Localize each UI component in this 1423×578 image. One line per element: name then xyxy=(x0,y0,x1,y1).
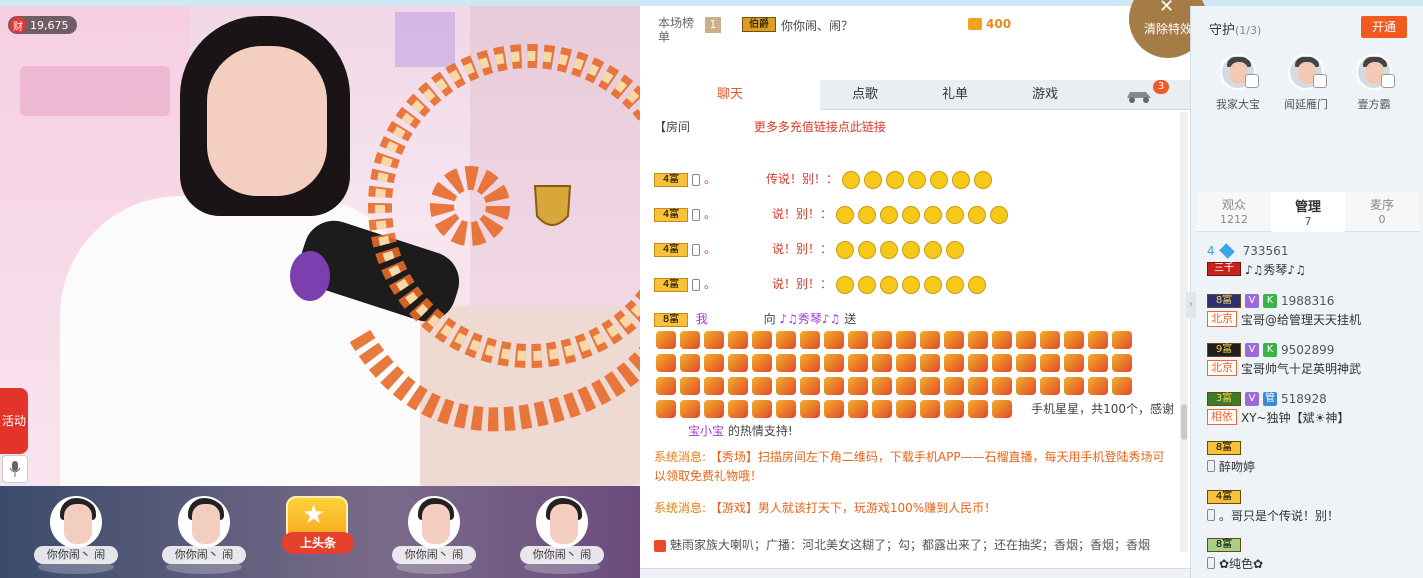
gift-message: 8富 我 向 ♪♫秀琴♪♫ 送 xyxy=(654,310,1174,327)
chat-panel: 本场榜单 1 伯爵 你你闹、闹？ 400 聊天 点歌 礼单 游戏 3 【房间 更… xyxy=(640,6,1190,578)
guard-member[interactable]: 闻延雁门 xyxy=(1273,54,1339,114)
car-icon[interactable] xyxy=(1124,86,1154,104)
phone-icon xyxy=(1207,460,1215,472)
horn-icon xyxy=(654,539,666,552)
guest-seat[interactable]: 你你闹丶 闹 xyxy=(386,496,482,574)
shield-icon xyxy=(1313,74,1327,88)
headline-button[interactable]: ★ 上头条 xyxy=(282,496,354,570)
video-background xyxy=(20,66,170,116)
viewer-item[interactable]: 8富 醉吻婷 xyxy=(1207,439,1417,475)
guest-name: 你你闹丶 闹 xyxy=(520,546,604,564)
video-background xyxy=(395,12,455,67)
gift-summary: 手机星星，共100个，感谢 xyxy=(1031,402,1174,416)
guest-avatar xyxy=(408,496,460,548)
tab-admins[interactable]: 管理 7 xyxy=(1271,192,1345,232)
guest-seat[interactable]: 你你闹丶 闹 xyxy=(514,496,610,574)
recharge-link[interactable]: 更多多充值链接点此链接 xyxy=(754,120,886,134)
rank-user-badge: 伯爵 xyxy=(742,17,776,32)
tab-chat[interactable]: 聊天 xyxy=(640,80,820,110)
live-room: 财 19,675 活动 你你闹丶 闹 你你闹丶 闹 你你闹丶 闹 你你闹丶 闹 … xyxy=(0,0,1423,578)
phone-icon xyxy=(692,173,700,186)
guest-name: 你你闹丶 闹 xyxy=(392,546,476,564)
car-count-badge: 3 xyxy=(1153,80,1169,94)
live-video[interactable]: 财 19,675 xyxy=(0,6,640,486)
tab-game[interactable]: 游戏 xyxy=(1000,80,1090,110)
diamond-icon xyxy=(1218,243,1235,259)
rank-user-name[interactable]: 你你闹、闹？ xyxy=(781,17,853,34)
viewer-item[interactable]: 8富 V K 1988316 北京 宝哥@给管理天天挂机 xyxy=(1207,292,1417,328)
phone-icon xyxy=(692,278,700,291)
rank-label: 本场榜单 xyxy=(658,16,695,44)
chat-tabs: 聊天 点歌 礼单 游戏 3 xyxy=(640,80,1190,110)
guest-avatar xyxy=(178,496,230,548)
guest-name: 你你闹丶 闹 xyxy=(34,546,118,564)
chat-scrollbar[interactable] xyxy=(1180,112,1188,552)
rank-position: 1 xyxy=(705,17,721,33)
rank-value: 400 xyxy=(986,17,1012,31)
wealth-icon: 财 xyxy=(10,17,26,33)
video-background xyxy=(470,6,640,336)
viewer-item[interactable]: 9富 V K 9502899 北京 宝哥帅气十足英明神武 xyxy=(1207,341,1417,377)
tab-mic-queue[interactable]: 麦序 0 xyxy=(1345,192,1419,232)
phone-icon xyxy=(692,243,700,256)
chat-message: 4富。说！别！： xyxy=(654,240,1174,259)
guard-member[interactable]: 壹方霸 xyxy=(1341,54,1407,114)
chat-messages[interactable]: 【房间 更多多充值链接点此链接 4富。传说！别！： 4富。说！别！： 4富。说！… xyxy=(640,112,1180,442)
viewer-item[interactable]: 4富 。哥只是个传说！别！ xyxy=(1207,488,1417,524)
chat-scrollbar-thumb[interactable] xyxy=(1181,404,1187,440)
system-message: 系统消息: 【秀场】扫描房间左下角二维码，下载手机APP——石榴直播，每天用手机… xyxy=(654,450,1165,483)
chat-message: 4富。说！别！： xyxy=(654,205,1174,224)
guard-member[interactable]: 我家大宝 xyxy=(1205,54,1271,114)
rank-bar: 本场榜单 1 伯爵 你你闹、闹？ 400 xyxy=(640,6,1190,72)
viewer-item[interactable]: 8富 ✿纯色✿ xyxy=(1207,536,1417,572)
tab-gift-list[interactable]: 礼单 xyxy=(910,80,1000,110)
viewer-item[interactable]: 3富 V 管 518928 相依 XY~独钟【斌☀神】 xyxy=(1207,390,1417,426)
chevron-right-icon: › xyxy=(1189,299,1193,310)
collapse-panel-button[interactable]: › xyxy=(1186,292,1196,318)
phone-icon xyxy=(1207,557,1215,569)
guard-title: 守护(1/3) xyxy=(1209,23,1262,38)
chat-message: 4富。传说！别！： xyxy=(654,170,1174,189)
guest-avatar xyxy=(536,496,588,548)
microphone-button[interactable] xyxy=(2,455,28,483)
shield-icon xyxy=(1381,74,1395,88)
chat-message: 4富。说！别！： xyxy=(654,275,1174,294)
system-message: 系统消息: 【游戏】男人就该打天下，玩游戏100%赚到人民币！ xyxy=(654,501,997,515)
chat-input-bar[interactable] xyxy=(640,568,1190,578)
microphone-icon xyxy=(9,461,21,477)
open-guard-button[interactable]: 开通 xyxy=(1361,16,1407,38)
wealth-count: 19,675 xyxy=(30,18,69,32)
tab-song[interactable]: 点歌 xyxy=(820,80,910,110)
microphone-pop-filter xyxy=(290,251,330,301)
headline-button-label: 上头条 xyxy=(282,532,354,554)
side-panel: 守护(1/3) 开通 我家大宝 闻延雁门 壹方霸 观众 1212 管理 7 麦序 0 … xyxy=(1190,6,1423,578)
coin-icon xyxy=(968,18,982,30)
broadcast-bar: 魅雨家族大喇叭；广播：河北美女这糊了；勾；都露出来了；还在抽奖；香烟；香烟；香烟 xyxy=(654,536,1174,553)
phone-icon xyxy=(1207,509,1215,521)
gift-thanks: 宝小宝 的热情支持! xyxy=(688,424,793,438)
wealth-badge: 财 19,675 xyxy=(8,16,77,34)
guest-avatar xyxy=(50,496,102,548)
streamer-face xyxy=(207,46,327,196)
close-icon: ✕ xyxy=(1159,0,1175,17)
viewer-item[interactable]: 4 733561 三千 ♪♫秀琴♪♫ xyxy=(1207,242,1417,278)
activity-tab[interactable]: 活动 xyxy=(0,388,28,454)
tab-audience[interactable]: 观众 1212 xyxy=(1197,192,1271,232)
audience-tabs: 观众 1212 管理 7 麦序 0 xyxy=(1197,192,1419,232)
guest-name: 你你闹丶 闹 xyxy=(162,546,246,564)
activity-label: 活动 xyxy=(1,414,26,428)
guest-seat[interactable]: 你你闹丶 闹 xyxy=(156,496,252,574)
star-icon: ★ xyxy=(302,500,326,530)
room-notice: 【房间 更多多充值链接点此链接 xyxy=(654,120,886,134)
guest-seat[interactable]: 你你闹丶 闹 xyxy=(28,496,124,574)
shield-icon xyxy=(1245,74,1259,88)
phone-icon xyxy=(692,208,700,221)
